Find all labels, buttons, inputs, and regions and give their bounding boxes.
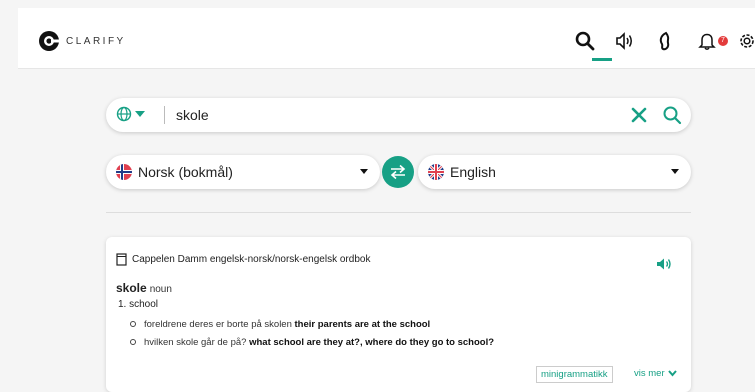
nav-listening[interactable] (654, 30, 676, 52)
clear-button[interactable] (630, 106, 648, 129)
bullet-icon (130, 339, 136, 346)
example-english: what school are they at?, where do they … (249, 337, 495, 348)
search-button[interactable] (662, 105, 682, 130)
swap-languages-button[interactable] (382, 156, 414, 188)
sense-definition: 1. school (118, 299, 159, 310)
uk-flag-icon (428, 164, 444, 180)
book-icon (116, 253, 127, 266)
clarify-logo-icon (39, 31, 60, 51)
search-icon (575, 31, 595, 51)
chevron-down-icon (360, 169, 368, 174)
globe-icon (116, 106, 132, 122)
bullet-icon (130, 321, 136, 328)
example-item: hvilken skole går de på? what school are… (130, 337, 494, 348)
example-norwegian: foreldrene deres er borte på skolen (144, 319, 292, 330)
example-norwegian: hvilken skole går de på? (144, 337, 247, 348)
ear-icon (659, 31, 670, 51)
nav-active-underline (592, 58, 612, 61)
show-more-button[interactable]: vis mer (634, 368, 677, 379)
nav-settings[interactable] (736, 30, 755, 52)
headword-line: skole noun (116, 281, 172, 295)
divider (106, 212, 691, 213)
chevron-down-icon (671, 169, 679, 174)
nav-notifications[interactable] (696, 30, 718, 52)
logo-text: CLARIFY (66, 35, 126, 47)
close-icon (631, 107, 647, 123)
language-detect-button[interactable] (116, 106, 146, 122)
source-language-select[interactable]: Norsk (bokmål) (106, 155, 380, 189)
search-input[interactable] (176, 104, 616, 126)
headword: skole (116, 281, 147, 295)
source-language-label: Norsk (bokmål) (138, 164, 233, 180)
example-english: their parents are at the school (294, 319, 431, 330)
chevron-down-icon (667, 370, 677, 377)
nav-search[interactable] (574, 30, 596, 52)
notification-badge: 7 (718, 36, 728, 46)
part-of-speech: noun (149, 284, 172, 295)
caret-down-icon (135, 111, 145, 117)
speaker-icon (657, 258, 671, 270)
nav-pronunciation[interactable] (614, 30, 636, 52)
show-more-label: vis mer (634, 368, 665, 379)
top-bar: CLARIFY 7 (18, 8, 755, 69)
dictionary-source: Cappelen Damm engelsk-norsk/norsk-engels… (132, 254, 371, 265)
bell-icon (698, 33, 716, 50)
logo[interactable]: CLARIFY (38, 30, 126, 52)
search-divider (164, 106, 165, 124)
speaker-icon (616, 32, 632, 50)
norway-flag-icon (116, 164, 132, 180)
minigrammar-button[interactable]: minigrammatikk (536, 366, 613, 383)
search-icon (663, 106, 682, 125)
swap-icon (390, 164, 406, 180)
gear-icon (740, 34, 754, 48)
target-language-label: English (450, 164, 496, 180)
example-item: foreldrene deres er borte på skolen thei… (130, 319, 430, 330)
play-audio-button[interactable] (656, 257, 672, 276)
search-bar (106, 98, 691, 132)
target-language-select[interactable]: English (418, 155, 691, 189)
dictionary-entry-card: Cappelen Damm engelsk-norsk/norsk-engels… (106, 237, 691, 392)
